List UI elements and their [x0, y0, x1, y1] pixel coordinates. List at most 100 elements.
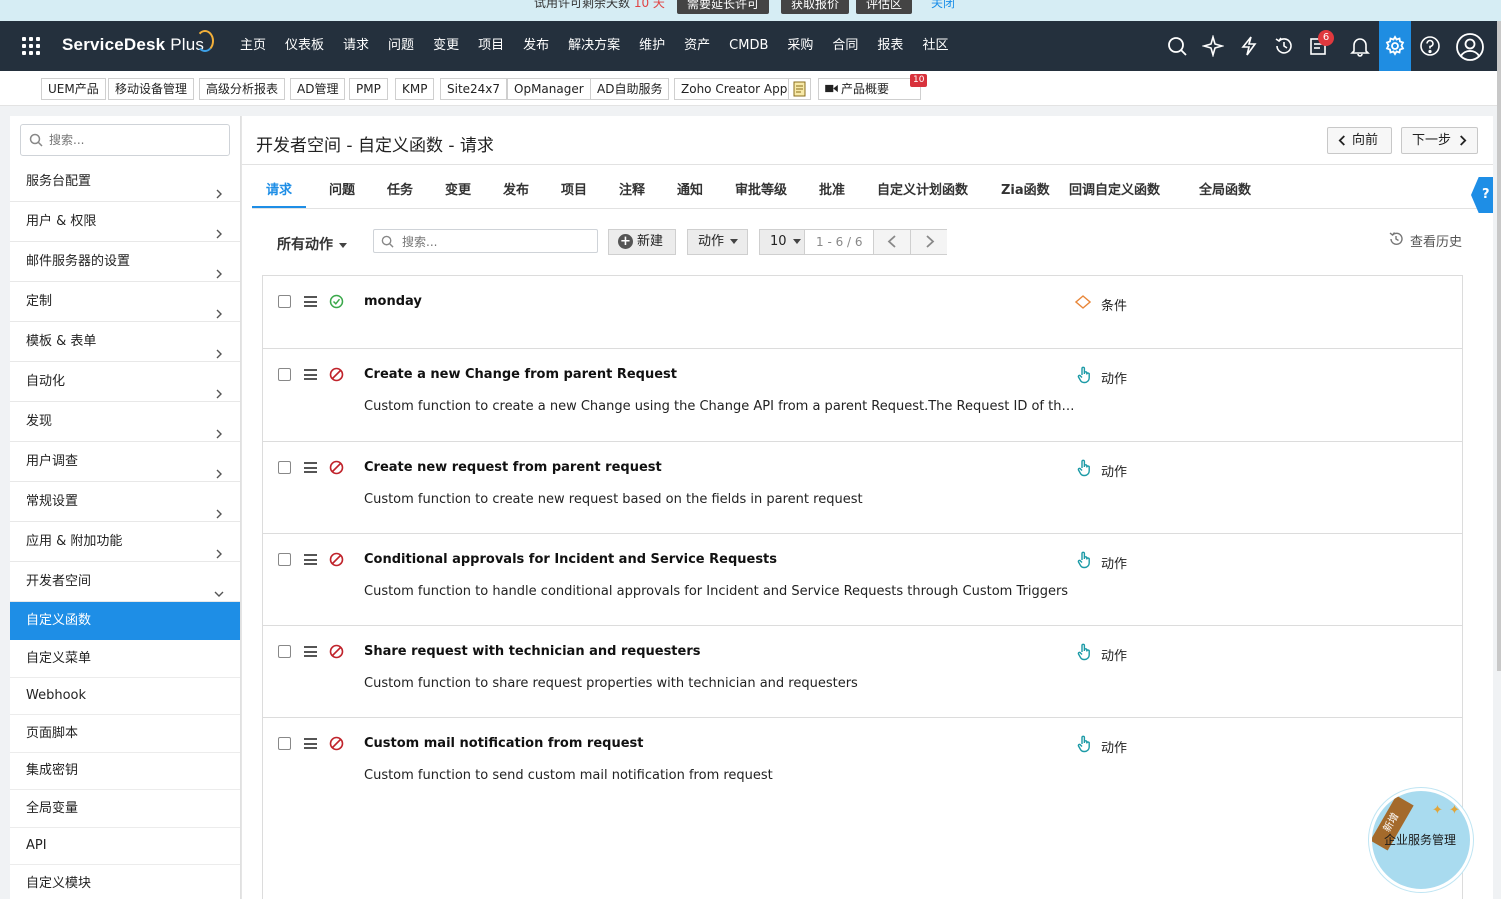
sidebar-item[interactable]: 自动化: [10, 362, 240, 402]
view-history-link[interactable]: 查看历史: [1388, 231, 1462, 250]
notes-icon[interactable]: [788, 78, 811, 100]
all-actions-filter[interactable]: 所有动作: [277, 234, 347, 254]
sidebar-item[interactable]: 发现: [10, 402, 240, 442]
esm-floating-badge[interactable]: 新增 ✦ ✦ 企业服务管理: [1369, 788, 1473, 892]
list-search[interactable]: [373, 229, 598, 253]
function-name[interactable]: Share request with technician and reques…: [364, 644, 701, 659]
disabled-icon[interactable]: [329, 736, 344, 751]
search-icon[interactable]: [1166, 35, 1188, 57]
menu-releases[interactable]: 发布: [523, 21, 549, 71]
get-quote-button[interactable]: 获取报价: [781, 0, 850, 14]
function-tab[interactable]: 任务: [387, 176, 413, 209]
row-checkbox[interactable]: [278, 368, 291, 381]
menu-solutions[interactable]: 解决方案: [568, 21, 620, 71]
page-scrollbar[interactable]: [1497, 21, 1501, 671]
product-kmp[interactable]: KMP: [395, 78, 435, 100]
menu-dashboard[interactable]: 仪表板: [285, 21, 324, 71]
user-avatar-icon[interactable]: [1455, 32, 1485, 62]
function-tab[interactable]: 问题: [329, 176, 355, 209]
menu-home[interactable]: 主页: [240, 21, 266, 71]
sparkle-icon[interactable]: [1201, 34, 1225, 58]
row-checkbox[interactable]: [278, 461, 291, 474]
per-page-select[interactable]: 10: [760, 230, 805, 254]
sidebar-subitem[interactable]: API: [10, 827, 240, 865]
product-zoho-creator[interactable]: Zoho Creator App: [674, 78, 795, 100]
menu-maintenance[interactable]: 维护: [639, 21, 665, 71]
function-name[interactable]: monday: [364, 294, 422, 309]
function-name[interactable]: Create new request from parent request: [364, 460, 662, 475]
sidebar-item[interactable]: 应用 & 附加功能: [10, 522, 240, 562]
sidebar-item[interactable]: 服务台配置: [10, 162, 240, 202]
sidebar-subitem[interactable]: 自定义函数: [10, 602, 240, 640]
new-button[interactable]: + 新建: [608, 229, 676, 255]
sidebar-subitem[interactable]: Webhook: [10, 677, 240, 715]
sidebar-item[interactable]: 常规设置: [10, 482, 240, 522]
extend-license-button[interactable]: 需要延长许可: [677, 0, 770, 14]
sidebar-item[interactable]: 用户 & 权限: [10, 202, 240, 242]
function-tab[interactable]: 自定义计划函数: [877, 176, 968, 209]
function-tab[interactable]: 项目: [561, 176, 587, 209]
menu-projects[interactable]: 项目: [478, 21, 504, 71]
close-banner-link[interactable]: 关闭: [931, 0, 955, 11]
function-name[interactable]: Custom mail notification from request: [364, 736, 644, 751]
product-analytics[interactable]: 高级分析报表: [199, 78, 286, 100]
sidebar-item[interactable]: 模板 & 表单: [10, 322, 240, 362]
list-search-input[interactable]: [402, 233, 587, 250]
product-site24x7[interactable]: Site24x7: [440, 78, 508, 100]
function-name[interactable]: Create a new Change from parent Request: [364, 367, 677, 382]
menu-contracts[interactable]: 合同: [832, 21, 858, 71]
lightning-icon[interactable]: [1238, 35, 1260, 57]
menu-requests[interactable]: 请求: [343, 21, 369, 71]
evaluation-zone-button[interactable]: 评估区: [856, 0, 913, 14]
disabled-icon[interactable]: [329, 367, 344, 382]
menu-reports[interactable]: 报表: [877, 21, 903, 71]
drag-handle-icon[interactable]: [304, 369, 317, 380]
sidebar-search-input[interactable]: [49, 131, 219, 149]
drag-handle-icon[interactable]: [304, 462, 317, 473]
function-tab[interactable]: 全局函数: [1199, 176, 1251, 209]
function-tab[interactable]: 批准: [819, 176, 845, 209]
enabled-check-icon[interactable]: [329, 294, 344, 309]
sidebar-search[interactable]: [20, 124, 230, 156]
function-tab[interactable]: 回调自定义函数: [1069, 176, 1160, 209]
drag-handle-icon[interactable]: [304, 554, 317, 565]
product-ad-manager[interactable]: AD管理: [290, 78, 346, 100]
prev-button[interactable]: 向前: [1327, 127, 1392, 154]
row-checkbox[interactable]: [278, 737, 291, 750]
menu-community[interactable]: 社区: [922, 21, 948, 71]
product-overview-button[interactable]: 产品概要: [818, 78, 921, 100]
sidebar-item[interactable]: 用户调查: [10, 442, 240, 482]
drag-handle-icon[interactable]: [304, 646, 317, 657]
menu-assets[interactable]: 资产: [684, 21, 710, 71]
function-tab[interactable]: Zia函数: [1001, 176, 1050, 209]
row-checkbox[interactable]: [278, 553, 291, 566]
sidebar-subitem[interactable]: 自定义菜单: [10, 640, 240, 678]
menu-purchase[interactable]: 采购: [787, 21, 813, 71]
help-icon[interactable]: [1419, 35, 1441, 57]
function-tab[interactable]: 请求: [252, 176, 307, 209]
sidebar-subitem[interactable]: 集成密钥: [10, 752, 240, 790]
gear-icon[interactable]: [1384, 35, 1406, 57]
menu-changes[interactable]: 变更: [433, 21, 459, 71]
product-opmanager[interactable]: OpManager: [507, 78, 591, 100]
bell-icon[interactable]: [1349, 35, 1371, 57]
sidebar-item[interactable]: 开发者空间: [10, 562, 240, 602]
disabled-icon[interactable]: [329, 644, 344, 659]
sidebar-subitem[interactable]: 页面脚本: [10, 715, 240, 753]
apps-grid-icon[interactable]: [22, 37, 40, 55]
sidebar-subitem[interactable]: 自定义模块: [10, 865, 240, 899]
product-uem[interactable]: UEM产品: [41, 78, 106, 100]
sidebar-subitem[interactable]: 全局变量: [10, 790, 240, 828]
function-tab[interactable]: 通知: [677, 176, 703, 209]
next-button[interactable]: 下一步: [1401, 127, 1478, 154]
action-dropdown[interactable]: 动作: [687, 229, 748, 255]
product-mdm[interactable]: 移动设备管理: [108, 78, 195, 100]
sidebar-item[interactable]: 邮件服务器的设置: [10, 242, 240, 282]
drag-handle-icon[interactable]: [304, 738, 317, 749]
function-tab[interactable]: 审批等级: [735, 176, 787, 209]
function-tab[interactable]: 变更: [445, 176, 471, 209]
disabled-icon[interactable]: [329, 552, 344, 567]
app-logo[interactable]: ServiceDesk Plus: [62, 35, 204, 55]
function-tab[interactable]: 注释: [619, 176, 645, 209]
menu-problems[interactable]: 问题: [388, 21, 414, 71]
